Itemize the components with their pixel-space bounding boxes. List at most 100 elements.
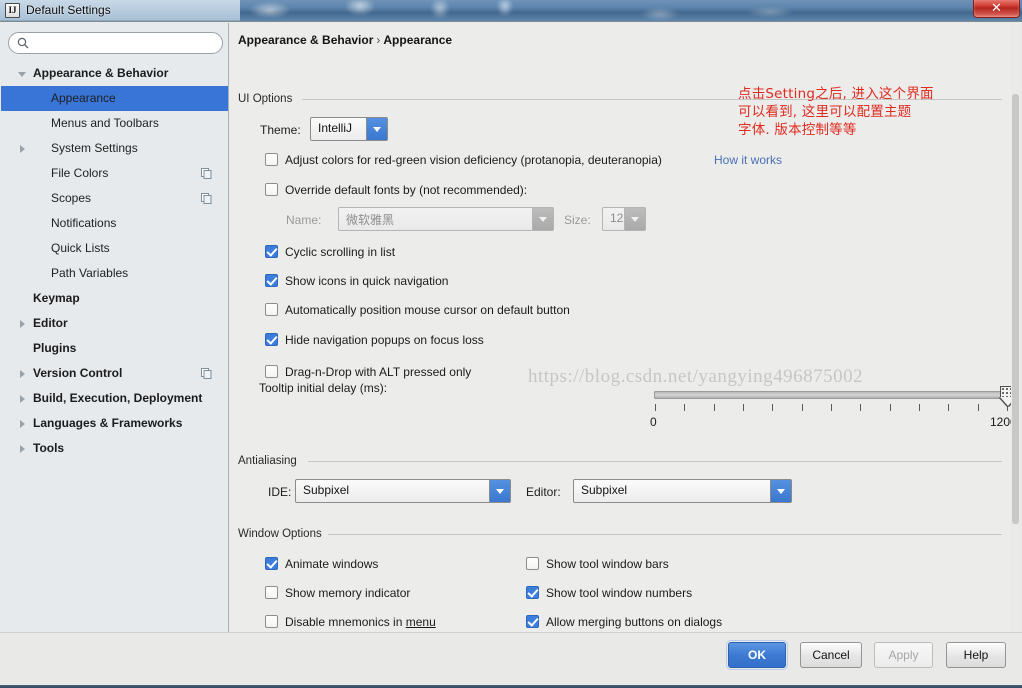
checkbox-show-icons-in-quick-navigation[interactable] (265, 274, 278, 287)
sidebar-item-plugins[interactable]: Plugins (1, 336, 229, 361)
sidebar-item-system-settings[interactable]: System Settings (1, 136, 229, 161)
sidebar-item-label: Menus and Toolbars (51, 111, 159, 136)
checkbox-disable-mnemonics-in-menu[interactable] (265, 615, 278, 628)
antialiasing-editor-dropdown[interactable]: Subpixel (573, 479, 792, 503)
cancel-button[interactable]: Cancel (800, 642, 862, 668)
tooltip-delay-slider-track[interactable] (654, 391, 1008, 399)
content-scrollbar-thumb[interactable] (1012, 94, 1019, 524)
sidebar-item-notifications[interactable]: Notifications (1, 211, 229, 236)
slider-tick (684, 404, 685, 411)
breadcrumb-separator: › (373, 33, 383, 47)
antialiasing-group-title: Antialiasing (238, 455, 303, 467)
antialiasing-editor-label: Editor: (526, 485, 561, 499)
copy-icon[interactable] (201, 368, 212, 379)
sidebar-item-label: Appearance (51, 86, 116, 111)
annotation-text: 点击Setting之后, 进入这个界面 可以看到, 这里可以配置主题 字体. 版… (738, 85, 934, 139)
checkbox-automatically-position-mouse-cursor-on-default-button[interactable] (265, 303, 278, 316)
breadcrumb: Appearance & Behavior›Appearance (238, 33, 452, 47)
intellij-app-icon: IJ (5, 3, 20, 18)
font-size-label: Size: (564, 213, 591, 227)
checkbox-label: Show tool window numbers (546, 586, 692, 600)
copy-icon[interactable] (201, 193, 212, 204)
sidebar-item-label: Languages & Frameworks (33, 411, 182, 436)
theme-dropdown[interactable]: IntelliJ (310, 117, 388, 141)
sidebar-item-label: Notifications (51, 211, 116, 236)
sidebar-item-label: Tools (33, 436, 64, 461)
checkbox-animate-windows[interactable] (265, 557, 278, 570)
override-fonts-label: Override default fonts by (not recommend… (285, 183, 527, 197)
dialog-footer: OK Cancel Apply Help (0, 632, 1022, 688)
checkbox-show-tool-window-bars[interactable] (526, 557, 539, 570)
ok-button[interactable]: OK (728, 642, 786, 668)
checkbox-label: Hide navigation popups on focus loss (285, 333, 484, 347)
checkbox-label: Cyclic scrolling in list (285, 245, 395, 259)
antialiasing-ide-dropdown[interactable]: Subpixel (295, 479, 511, 503)
chevron-right-icon[interactable] (20, 370, 25, 378)
chevron-down-icon[interactable] (532, 208, 553, 230)
sidebar-item-build-execution-deployment[interactable]: Build, Execution, Deployment (1, 386, 229, 411)
sidebar-item-scopes[interactable]: Scopes (1, 186, 229, 211)
chevron-right-icon[interactable] (20, 420, 25, 428)
adjust-colors-checkbox[interactable] (265, 153, 278, 166)
sidebar-item-editor[interactable]: Editor (1, 311, 229, 336)
font-size-dropdown[interactable]: 12 (602, 207, 646, 231)
checkbox-hide-navigation-popups-on-focus-loss[interactable] (265, 333, 278, 346)
checkbox-cyclic-scrolling-in-list[interactable] (265, 245, 278, 258)
slider-tick (978, 404, 979, 411)
sidebar-item-label: Path Variables (51, 261, 128, 286)
sidebar-item-version-control[interactable]: Version Control (1, 361, 229, 386)
slider-tick (772, 404, 773, 411)
how-it-works-link[interactable]: How it works (714, 153, 782, 167)
theme-value: IntelliJ (318, 121, 352, 135)
chevron-down-icon[interactable] (489, 480, 510, 502)
sidebar-item-languages-frameworks[interactable]: Languages & Frameworks (1, 411, 229, 436)
content-scrollbar[interactable] (1011, 24, 1020, 632)
sidebar-item-file-colors[interactable]: File Colors (1, 161, 229, 186)
chevron-right-icon[interactable] (20, 145, 25, 153)
help-button[interactable]: Help (946, 642, 1006, 668)
sidebar-item-label: File Colors (51, 161, 108, 186)
slider-tick (655, 404, 656, 411)
slider-tick (714, 404, 715, 411)
sidebar-item-label: Editor (33, 311, 68, 336)
theme-label: Theme: (260, 123, 301, 137)
sidebar-item-label: Plugins (33, 336, 76, 361)
checkbox-show-tool-window-numbers[interactable] (526, 586, 539, 599)
chevron-right-icon[interactable] (20, 395, 25, 403)
sidebar-item-appearance-behavior[interactable]: Appearance & Behavior (1, 61, 229, 86)
antialiasing-editor-value: Subpixel (581, 483, 627, 497)
chevron-down-icon[interactable] (624, 208, 645, 230)
search-input[interactable] (8, 32, 223, 54)
close-icon[interactable]: ✕ (973, 0, 1020, 18)
sidebar-item-appearance[interactable]: Appearance (1, 86, 229, 111)
copy-icon[interactable] (201, 168, 212, 179)
sidebar-item-keymap[interactable]: Keymap (1, 286, 229, 311)
sidebar-item-menus-and-toolbars[interactable]: Menus and Toolbars (1, 111, 229, 136)
override-fonts-checkbox[interactable] (265, 183, 278, 196)
font-size-value: 12 (610, 211, 623, 225)
slider-tick (743, 404, 744, 411)
window-options-group-title: Window Options (238, 528, 328, 540)
ui-options-group-title: UI Options (238, 93, 298, 105)
chevron-right-icon[interactable] (20, 445, 25, 453)
window-titlebar: IJ Default Settings ✕ (0, 0, 1022, 21)
sidebar-item-tools[interactable]: Tools (1, 436, 229, 461)
chevron-right-icon[interactable] (20, 320, 25, 328)
checkbox-allow-merging-buttons-on-dialogs[interactable] (526, 615, 539, 628)
checkbox-drag-n-drop-with-alt-pressed-only[interactable] (265, 365, 278, 378)
chevron-down-icon[interactable] (366, 118, 387, 140)
sidebar-item-path-variables[interactable]: Path Variables (1, 261, 229, 286)
font-name-dropdown[interactable]: 微软雅黑 (338, 207, 554, 231)
apply-button: Apply (874, 642, 933, 668)
slider-tick (860, 404, 861, 411)
search-box[interactable] (8, 32, 223, 54)
slider-tick (890, 404, 891, 411)
chevron-down-icon[interactable] (18, 72, 26, 77)
sidebar-item-quick-lists[interactable]: Quick Lists (1, 236, 229, 261)
font-name-label: Name: (286, 213, 321, 227)
settings-dialog: Appearance & BehaviorAppearanceMenus and… (0, 21, 1022, 688)
checkbox-label: Show memory indicator (285, 586, 410, 600)
chevron-down-icon[interactable] (770, 480, 791, 502)
checkbox-show-memory-indicator[interactable] (265, 586, 278, 599)
tooltip-delay-label: Tooltip initial delay (ms): (259, 381, 387, 395)
